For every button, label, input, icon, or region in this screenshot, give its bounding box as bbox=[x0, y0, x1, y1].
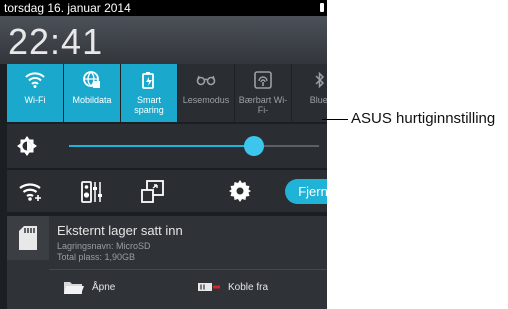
notification-total-space: Total plass: 1,90GB bbox=[57, 252, 136, 262]
brightness-icon[interactable] bbox=[17, 136, 37, 156]
tile-label: Bærbart Wi-Fi- bbox=[238, 95, 288, 115]
clear-all-button[interactable]: Fjern bbox=[285, 179, 327, 204]
wifi-settings-icon[interactable] bbox=[19, 180, 43, 204]
tile-label: Wi-Fi bbox=[24, 95, 46, 105]
bluetooth-icon bbox=[292, 71, 327, 89]
notification-shade: torsdag 16. januar 2014 22:41 Wi-Fi Mobi… bbox=[0, 0, 327, 309]
clock-time: 22:41 bbox=[8, 21, 104, 62]
tile-wifi[interactable]: Wi-Fi bbox=[7, 64, 63, 122]
tile-smart-saving[interactable]: Smart sparing bbox=[121, 64, 177, 122]
notification-divider bbox=[49, 269, 327, 270]
wifi-icon bbox=[7, 71, 63, 89]
brightness-slider[interactable] bbox=[69, 136, 319, 156]
callout-line bbox=[322, 119, 348, 120]
smart-saving-icon bbox=[121, 71, 177, 89]
mobile-data-icon bbox=[64, 71, 120, 89]
tile-label: Smart sparing bbox=[134, 95, 164, 115]
tile-mobile-data[interactable]: Mobildata bbox=[64, 64, 120, 122]
notification-storage-name: Lagringsnavn: MicroSD bbox=[57, 241, 151, 251]
tile-label: Bluet bbox=[309, 95, 327, 105]
status-date: torsdag 16. januar 2014 bbox=[4, 1, 131, 15]
status-bar: torsdag 16. januar 2014 bbox=[0, 0, 327, 16]
quick-settings-row: Wi-Fi Mobildata Smart sparing Lesemodus bbox=[7, 64, 327, 122]
notification-title: Eksternt lager satt inn bbox=[57, 223, 183, 238]
unmount-action-label: Koble fra bbox=[228, 281, 269, 293]
gear-icon[interactable] bbox=[229, 180, 253, 204]
storage-notification[interactable]: Eksternt lager satt inn Lagringsnavn: Mi… bbox=[7, 216, 327, 309]
tile-bluetooth[interactable]: Bluet bbox=[292, 64, 327, 122]
folder-icon bbox=[64, 282, 84, 294]
clock-header: 22:41 bbox=[0, 16, 327, 64]
callout-label: ASUS hurtiginnstilling bbox=[351, 110, 496, 127]
hotspot-icon bbox=[235, 71, 291, 89]
notification-icon-box bbox=[7, 216, 49, 260]
reading-mode-icon bbox=[178, 71, 234, 89]
screen-cast-icon[interactable] bbox=[141, 180, 165, 204]
brightness-thumb[interactable] bbox=[244, 136, 264, 156]
tile-label: Mobildata bbox=[72, 95, 112, 105]
open-action-label: Åpne bbox=[92, 281, 116, 293]
unmount-action-button[interactable]: Koble fra bbox=[198, 278, 268, 296]
tile-label: Lesemodus bbox=[182, 95, 230, 105]
sd-card-icon bbox=[19, 226, 37, 250]
tile-portable-hotspot[interactable]: Bærbart Wi-Fi- bbox=[235, 64, 291, 122]
open-action-button[interactable]: Åpne bbox=[64, 278, 115, 296]
brightness-fill bbox=[69, 145, 254, 147]
battery-icon bbox=[320, 3, 324, 12]
tile-reading-mode[interactable]: Lesemodus bbox=[178, 64, 234, 122]
audio-settings-icon[interactable] bbox=[81, 180, 105, 204]
brightness-row bbox=[7, 124, 327, 168]
eject-sd-icon bbox=[198, 283, 220, 291]
quick-tools-row: Fjern bbox=[7, 170, 327, 212]
